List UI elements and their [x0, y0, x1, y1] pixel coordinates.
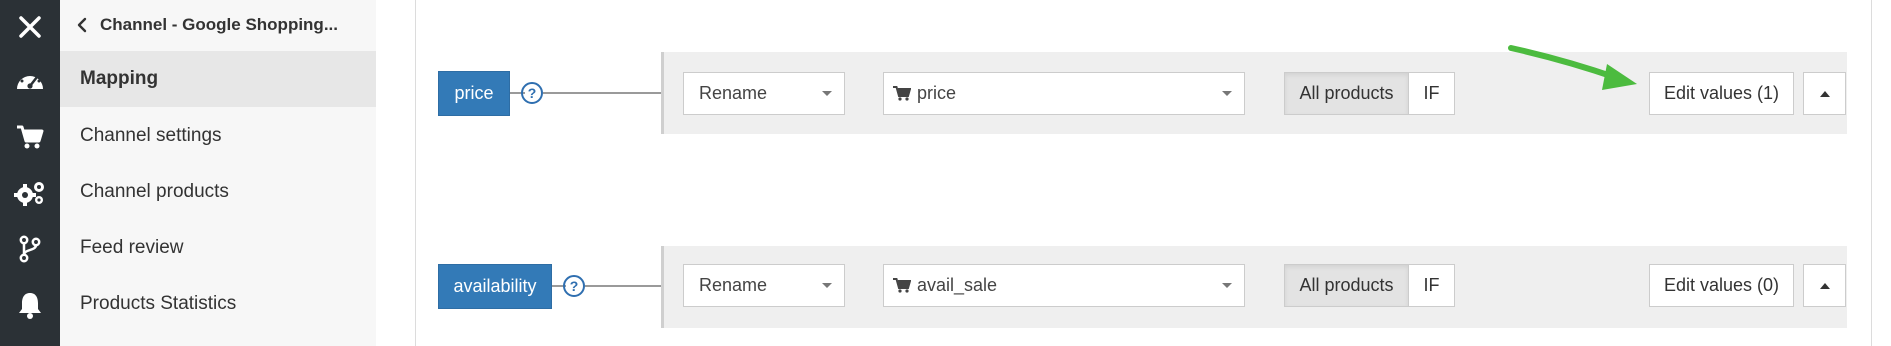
if-button[interactable]: IF	[1408, 264, 1455, 307]
mode-select-value: Rename	[699, 275, 768, 295]
sidebar-item-channel-settings[interactable]: Channel settings	[60, 108, 376, 164]
if-button[interactable]: IF	[1408, 72, 1455, 115]
chevron-left-icon	[77, 17, 87, 33]
collapse-button[interactable]	[1803, 264, 1846, 307]
bell-icon	[19, 293, 41, 319]
edit-values-button[interactable]: Edit values (1)	[1649, 72, 1794, 115]
caret-down-icon	[1222, 283, 1232, 288]
gears-icon	[14, 182, 44, 206]
icon-rail	[0, 0, 60, 346]
source-select[interactable]: avail_sale	[883, 264, 1245, 307]
dashboard-icon	[17, 71, 43, 89]
cart-nav[interactable]	[0, 110, 60, 164]
cart-icon	[893, 278, 911, 293]
caret-up-icon	[1819, 282, 1830, 289]
all-products-button[interactable]: All products	[1284, 72, 1409, 115]
help-icon[interactable]: ?	[521, 82, 543, 104]
sidebar-item-feed-review[interactable]: Feed review	[60, 220, 376, 276]
close-icon	[19, 16, 41, 38]
sidebar-item-mapping[interactable]: Mapping	[60, 51, 376, 107]
sidebar: Channel - Google Shopping... Mapping Cha…	[60, 0, 376, 346]
caret-down-icon	[822, 283, 832, 288]
sidebar-item-label: Mapping	[80, 68, 159, 89]
caret-up-icon	[1819, 90, 1830, 97]
field-tag-price: price	[438, 71, 510, 116]
caret-down-icon	[822, 91, 832, 96]
all-products-button[interactable]: All products	[1284, 264, 1409, 307]
sidebar-item-label: Channel products	[80, 181, 229, 202]
mode-select[interactable]: Rename	[683, 264, 845, 307]
annotation-arrow-icon	[1508, 45, 1637, 90]
connector-line	[543, 92, 661, 94]
sidebar-item-label: Products Statistics	[80, 293, 237, 314]
notifications-nav[interactable]	[0, 278, 60, 332]
source-select-value: avail_sale	[917, 275, 998, 295]
field-tag-availability: availability	[438, 264, 552, 309]
sidebar-item-label: Feed review	[80, 237, 184, 258]
settings-nav[interactable]	[0, 166, 60, 220]
mode-select-value: Rename	[699, 83, 768, 103]
cart-icon	[17, 125, 44, 149]
help-icon[interactable]: ?	[563, 275, 585, 297]
dashboard-nav[interactable]	[0, 53, 60, 107]
cart-icon	[893, 86, 911, 101]
sidebar-item-products-statistics[interactable]: Products Statistics	[60, 276, 376, 332]
feed-review-nav[interactable]	[0, 222, 60, 276]
connector-line	[585, 285, 661, 287]
branch-icon	[19, 235, 41, 263]
caret-down-icon	[1222, 91, 1232, 96]
sidebar-item-label: Channel settings	[80, 125, 222, 146]
mode-select[interactable]: Rename	[683, 72, 845, 115]
edit-values-button[interactable]: Edit values (0)	[1649, 264, 1794, 307]
source-select[interactable]: price	[883, 72, 1245, 115]
sidebar-item-channel-products[interactable]: Channel products	[60, 164, 376, 220]
source-select-value: price	[917, 83, 957, 103]
collapse-button[interactable]	[1803, 72, 1846, 115]
close-button[interactable]	[0, 0, 60, 54]
channel-title: Channel - Google Shopping...	[100, 15, 338, 34]
back-to-channel[interactable]: Channel - Google Shopping...	[60, 0, 376, 51]
